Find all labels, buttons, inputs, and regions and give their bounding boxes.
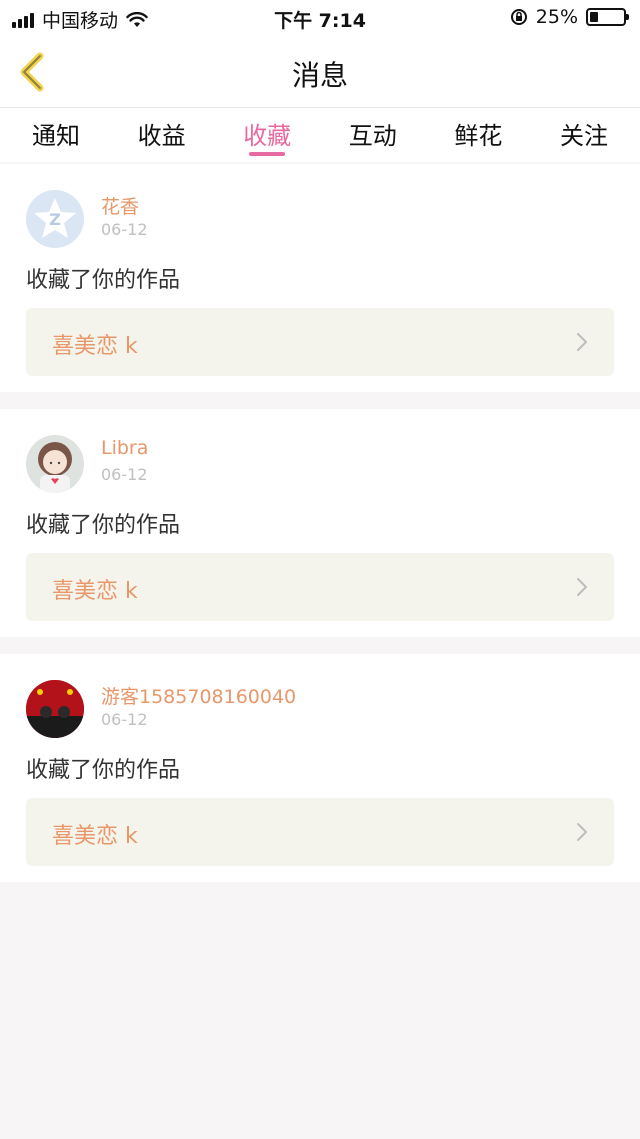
tab-flowers[interactable]: 鲜花 (448, 108, 508, 162)
battery-percent: 25% (535, 6, 578, 28)
user-name[interactable]: 游客1585708160040 (101, 682, 296, 709)
work-link[interactable]: 喜美恋 k (26, 553, 614, 621)
action-text: 收藏了你的作品 (26, 513, 181, 538)
nav-bar: 消息 (0, 36, 640, 108)
chevron-right-icon (577, 578, 587, 596)
avatar[interactable]: Z (26, 190, 84, 248)
status-bar: 中国移动 下午 7:14 25% (0, 0, 640, 36)
message-date: 06-12 (101, 710, 148, 729)
work-title: 喜美恋 k (52, 579, 138, 604)
message-card: Z 花香 06-12 收藏了你的作品 喜美恋 k (0, 164, 640, 392)
action-text: 收藏了你的作品 (26, 268, 181, 293)
message-date: 06-12 (101, 220, 148, 239)
chevron-right-icon (577, 823, 587, 841)
chevron-right-icon (577, 333, 587, 351)
status-right: 25% (510, 6, 629, 28)
star-avatar-icon: Z (34, 198, 76, 238)
battery-fill (590, 12, 598, 22)
message-card: Libra 06-12 收藏了你的作品 喜美恋 k (0, 409, 640, 637)
message-card: 游客1585708160040 06-12 收藏了你的作品 喜美恋 k (0, 654, 640, 882)
avatar[interactable] (26, 435, 84, 493)
tab-interactions[interactable]: 互动 (343, 108, 403, 162)
battery-icon (586, 8, 629, 26)
work-title: 喜美恋 k (52, 824, 138, 849)
work-link[interactable]: 喜美恋 k (26, 308, 614, 376)
action-text: 收藏了你的作品 (26, 758, 181, 783)
svg-text:Z: Z (49, 210, 61, 229)
page-title: 消息 (291, 59, 348, 92)
rotation-lock-icon (510, 9, 527, 25)
tab-favorites[interactable]: 收藏 (237, 108, 297, 162)
message-date: 06-12 (101, 465, 148, 484)
avatar[interactable] (26, 680, 84, 738)
user-name[interactable]: Libra (101, 437, 148, 459)
photo-avatar-icon (26, 680, 84, 738)
tab-notifications[interactable]: 通知 (26, 108, 86, 162)
girl-avatar-icon (38, 442, 72, 493)
tab-earnings[interactable]: 收益 (132, 108, 192, 162)
tab-following[interactable]: 关注 (554, 108, 614, 162)
tab-bar: 通知 收益 收藏 互动 鲜花 关注 (0, 108, 640, 162)
user-name[interactable]: 花香 (101, 192, 139, 219)
work-title: 喜美恋 k (52, 334, 138, 359)
work-link[interactable]: 喜美恋 k (26, 798, 614, 866)
